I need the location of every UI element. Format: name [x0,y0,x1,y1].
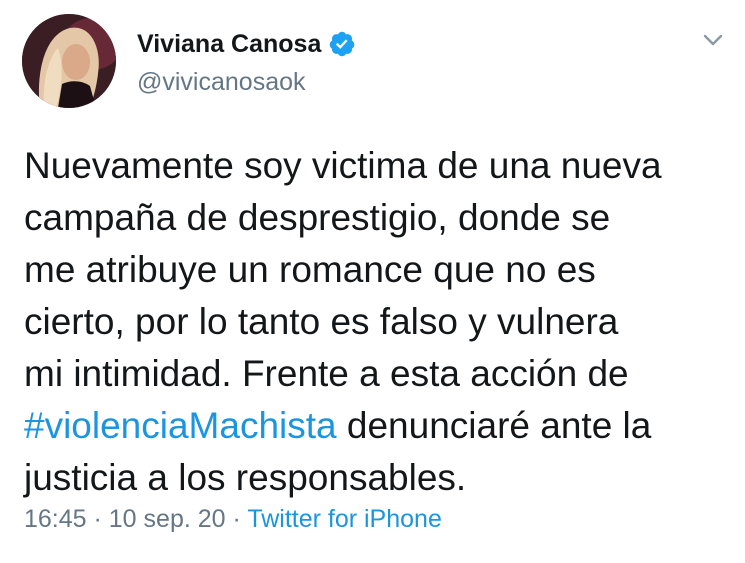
tweet-line: #violenciaMachista denunciaré ante la [24,400,739,452]
chevron-down-icon[interactable] [702,32,724,48]
avatar[interactable] [22,14,116,108]
avatar-image [22,14,116,108]
tweet-line: campaña de desprestigio, donde se [24,197,611,238]
tweet-line-rest: denunciaré ante la [336,405,652,446]
tweet-source-link[interactable]: Twitter for iPhone [247,505,442,533]
meta-separator: · [225,505,248,533]
tweet-line: Nuevamente soy victima de una nueva [24,145,662,186]
hashtag-link[interactable]: #violenciaMachista [24,405,337,446]
user-handle[interactable]: @vivicanosaok [137,68,356,97]
tweet-date[interactable]: 10 sep. 20 [109,505,226,533]
tweet-text: Nuevamente soy victima de una nueva camp… [24,140,739,504]
tweet-header: Viviana Canosa @vivicanosaok [137,26,356,97]
name-row: Viviana Canosa [137,26,356,62]
tweet-meta: 16:45 · 10 sep. 20 · Twitter for iPhone [24,505,442,534]
tweet-line: cierto, por lo tanto es falso y vulnera [24,301,619,342]
verified-badge-icon [330,31,355,57]
tweet-line: me atribuye un romance que no es [24,249,596,290]
meta-separator: · [86,505,109,533]
tweet-time[interactable]: 16:45 [24,505,87,533]
tweet-line: justicia a los responsables. [24,457,467,498]
display-name[interactable]: Viviana Canosa [137,30,321,59]
tweet-line: mi intimidad. Frente a esta acción de [24,353,629,394]
tweet-card: Viviana Canosa @vivicanosaok Nuevamente … [0,0,745,563]
